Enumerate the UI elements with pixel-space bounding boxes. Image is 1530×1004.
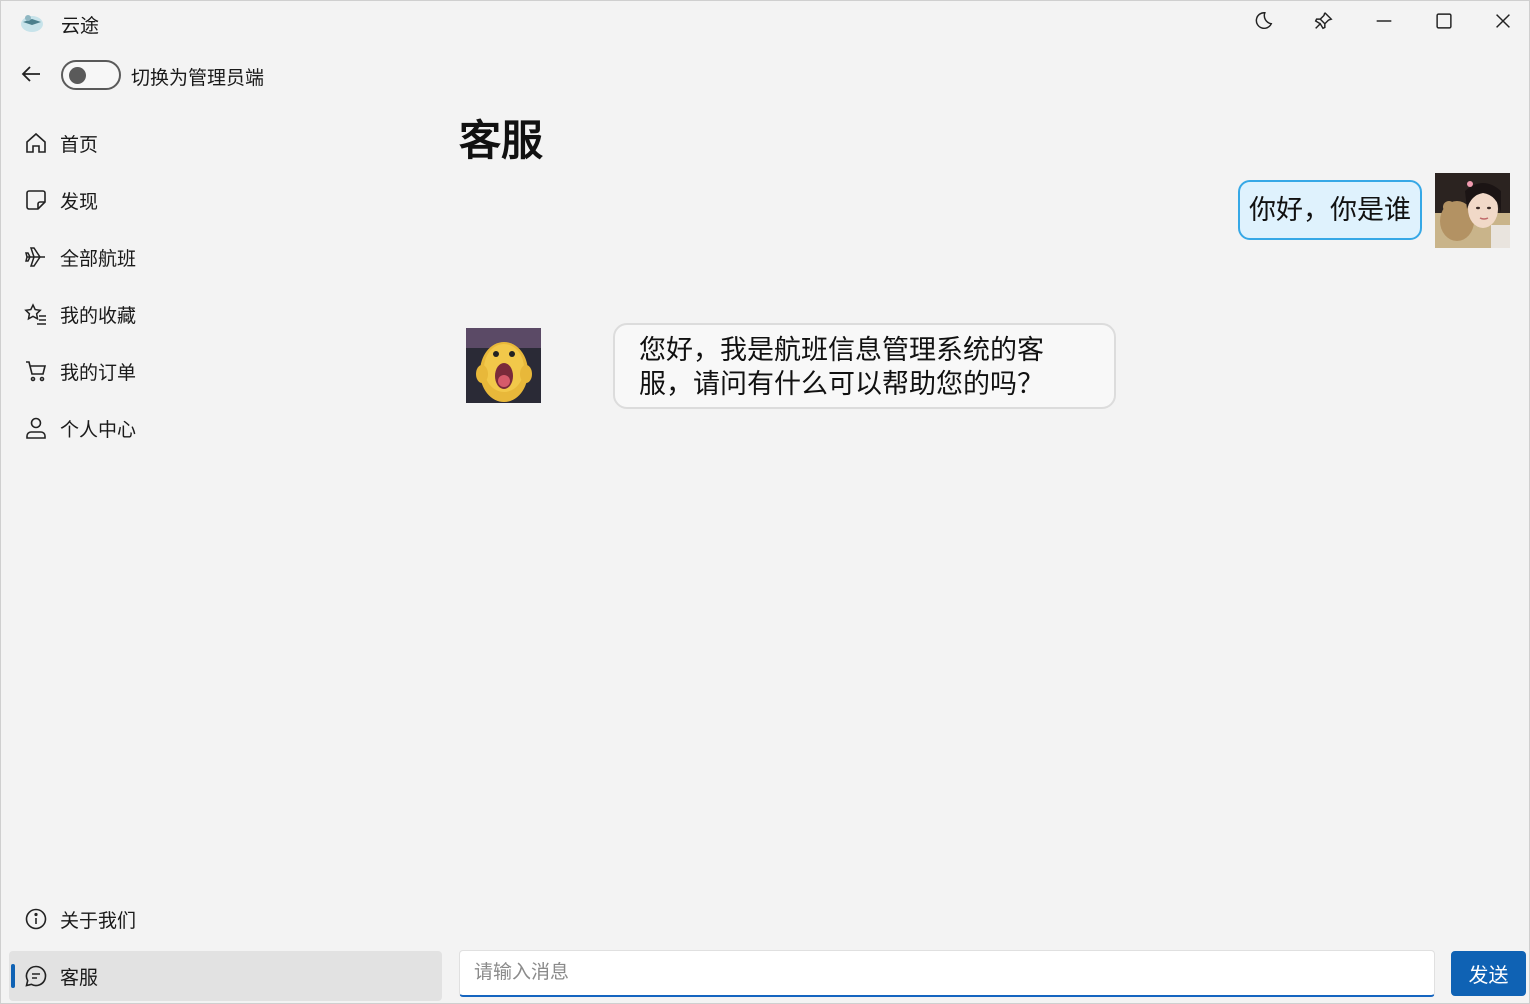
nav-item-home[interactable]: 首页 [9,118,442,168]
sticky-note-icon [24,188,48,212]
admin-mode-toggle[interactable] [61,60,121,90]
nav-item-label: 发现 [60,191,99,213]
message-input[interactable] [459,950,1435,997]
nav-item-label: 个人中心 [60,419,137,441]
back-button[interactable] [15,59,49,93]
nav-item-label: 首页 [60,134,99,156]
minimize-icon [1373,10,1395,37]
page-title: 客服 [459,117,544,164]
close-button[interactable] [1475,5,1530,41]
nav-item-label: 关于我们 [60,910,137,932]
nav-item-label: 全部航班 [60,248,137,270]
airplane-icon [24,245,48,269]
app-logo-icon [19,10,45,36]
theme-toggle-button[interactable] [1235,5,1291,41]
nav-item-favorites[interactable]: 我的收藏 [9,289,442,339]
close-icon [1492,10,1514,37]
info-icon [24,907,48,931]
maximize-icon [1433,10,1455,37]
bot-avatar [466,328,541,403]
nav-item-label: 我的订单 [60,362,137,384]
star-list-icon [24,302,48,326]
send-button[interactable]: 发送 [1451,951,1526,996]
user-avatar [1435,173,1510,248]
arrow-left-icon [20,62,44,91]
title-bar: 云途 [1,1,1529,45]
nav-item-label: 我的收藏 [60,305,137,327]
maximize-button[interactable] [1416,5,1472,41]
user-message-bubble: 你好，你是谁 [1238,180,1422,240]
nav-item-profile[interactable]: 个人中心 [9,403,442,453]
selection-indicator [11,964,15,988]
nav-item-discover[interactable]: 发现 [9,175,442,225]
bot-message-bubble: 您好，我是航班信息管理系统的客服，请问有什么可以帮助您的吗？ [613,323,1116,409]
person-icon [24,416,48,440]
admin-mode-toggle-label: 切换为管理员端 [131,68,265,89]
app-window: 云途 切换为管理员端 首页 发现 全部航班 我的收藏 我的订单 个人中心 关于我… [0,0,1530,1004]
home-icon [24,131,48,155]
nav-item-label: 客服 [60,967,99,989]
toggle-knob [69,67,86,84]
chat-icon [24,964,48,988]
pin-icon [1312,10,1334,37]
nav-item-orders[interactable]: 我的订单 [9,346,442,396]
cart-icon [24,359,48,383]
window-title: 云途 [61,16,100,37]
pin-button[interactable] [1295,5,1351,41]
moon-icon [1252,10,1274,37]
minimize-button[interactable] [1356,5,1412,41]
nav-item-about[interactable]: 关于我们 [9,894,442,944]
nav-item-customer-service[interactable]: 客服 [9,951,442,1001]
nav-item-all-flights[interactable]: 全部航班 [9,232,442,282]
